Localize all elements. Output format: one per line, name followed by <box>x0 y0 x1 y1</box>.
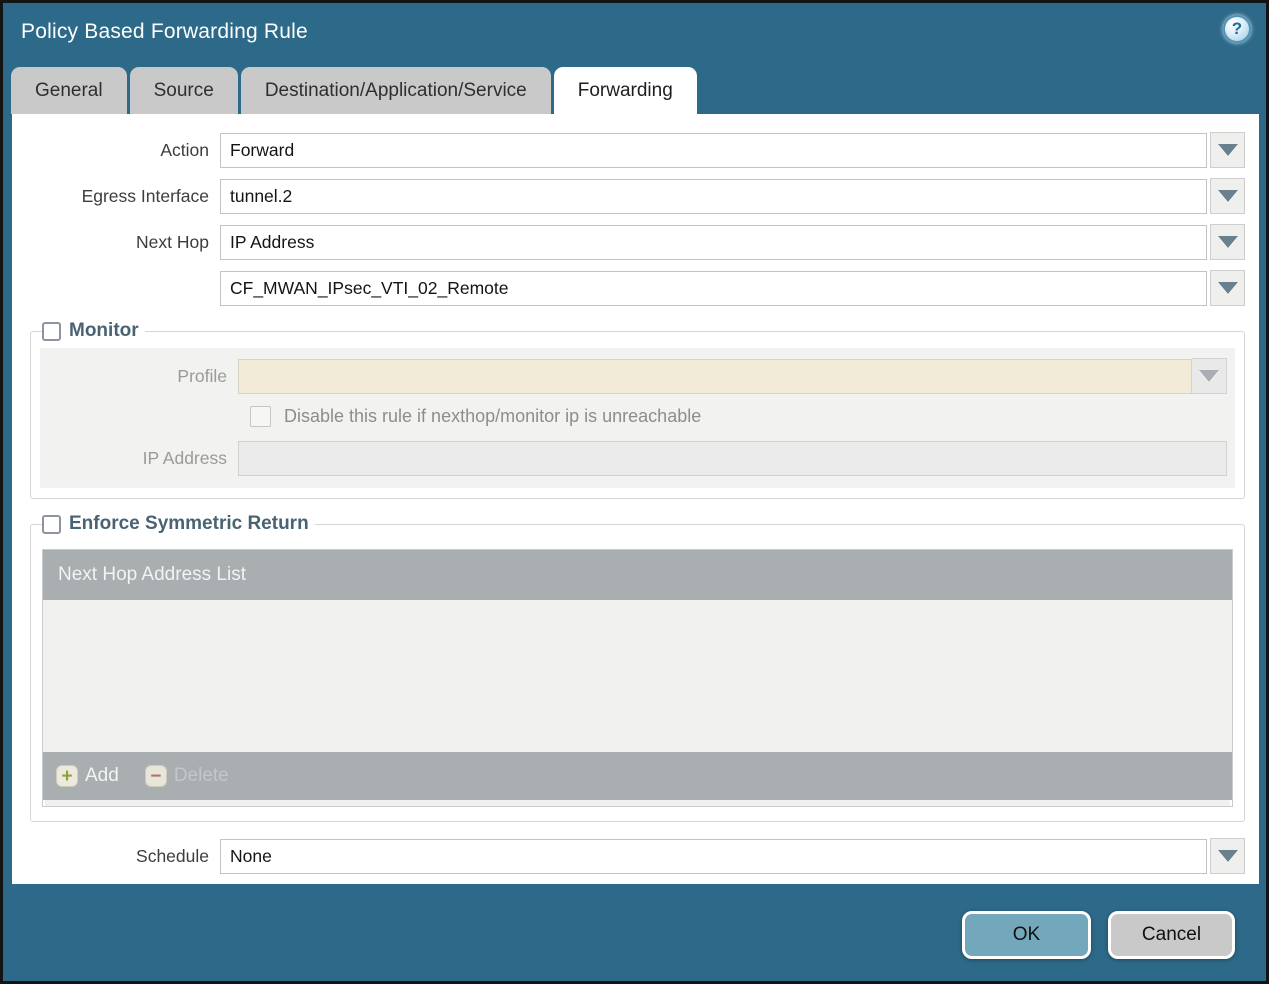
tab-destination-application-service[interactable]: Destination/Application/Service <box>240 67 551 114</box>
schedule-input[interactable] <box>220 838 1207 874</box>
add-button-label: Add <box>85 765 119 786</box>
egress-interface-input[interactable] <box>220 178 1207 214</box>
chevron-down-icon <box>1217 190 1238 202</box>
dialog-titlebar: Policy Based Forwarding Rule ? <box>3 3 1266 67</box>
chevron-down-icon <box>1217 144 1238 156</box>
ok-button-label: OK <box>1012 924 1041 945</box>
schedule-dropdown-button[interactable] <box>1210 838 1245 874</box>
monitor-ip-address-row: IP Address <box>40 441 1227 476</box>
delete-button-label: Delete <box>173 765 229 786</box>
egress-interface-row: Egress Interface <box>12 178 1245 214</box>
next-hop-address-table: Next Hop Address List + Add − Delete <box>42 549 1233 807</box>
dialog-footer: OK Cancel <box>3 884 1266 959</box>
symmetric-return-legend: Enforce Symmetric Return <box>42 513 315 535</box>
tab-forwarding-label: Forwarding <box>577 79 673 101</box>
profile-input <box>238 358 1192 394</box>
next-hop-address-table-header: Next Hop Address List <box>43 550 1232 600</box>
forwarding-tab-panel: Action Egress Interface Next Hop <box>12 114 1259 884</box>
disable-rule-label: Disable this rule if nexthop/monitor ip … <box>284 406 702 426</box>
add-plus-icon: + <box>56 765 78 787</box>
cancel-button-label: Cancel <box>1141 924 1202 945</box>
tab-forwarding[interactable]: Forwarding <box>553 67 697 114</box>
symmetric-return-legend-label: Enforce Symmetric Return <box>69 513 309 534</box>
disable-rule-row: Disable this rule if nexthop/monitor ip … <box>250 406 1227 427</box>
tab-source-label: Source <box>153 79 214 101</box>
monitor-legend: Monitor <box>42 320 145 342</box>
action-row: Action <box>12 132 1245 168</box>
cancel-button[interactable]: Cancel <box>1108 911 1235 959</box>
chevron-down-icon <box>1199 370 1219 382</box>
tab-source[interactable]: Source <box>129 67 238 114</box>
next-hop-type-dropdown-button[interactable] <box>1210 224 1245 260</box>
next-hop-label: Next Hop <box>136 231 209 252</box>
tab-general[interactable]: General <box>11 67 127 114</box>
tab-bar: General Source Destination/Application/S… <box>3 67 1266 114</box>
chevron-down-icon <box>1217 282 1238 294</box>
symmetric-return-checkbox[interactable] <box>42 514 61 534</box>
next-hop-address-table-toolbar: + Add − Delete <box>43 752 1232 800</box>
monitor-checkbox[interactable] <box>42 321 61 341</box>
action-input[interactable] <box>220 132 1207 168</box>
tab-destination-label: Destination/Application/Service <box>264 79 527 101</box>
egress-interface-dropdown-button[interactable] <box>1210 178 1245 214</box>
tab-general-label: General <box>35 79 103 101</box>
table-bottom-strip <box>45 800 1230 806</box>
help-icon[interactable]: ? <box>1223 15 1251 43</box>
monitor-body: Profile Disable this rule if nexthop/mon… <box>40 348 1235 488</box>
next-hop-address-list-header-label: Next Hop Address List <box>58 564 246 585</box>
delete-button: − Delete <box>144 765 229 787</box>
pbf-rule-dialog: Policy Based Forwarding Rule ? General S… <box>0 0 1269 984</box>
next-hop-type-input[interactable] <box>220 224 1207 260</box>
add-button[interactable]: + Add <box>56 765 119 787</box>
monitor-legend-label: Monitor <box>69 320 139 341</box>
profile-dropdown-button <box>1192 358 1227 394</box>
symmetric-return-section: Enforce Symmetric Return Next Hop Addres… <box>30 513 1245 822</box>
schedule-label: Schedule <box>136 845 209 866</box>
profile-row: Profile <box>40 358 1227 394</box>
action-dropdown-button[interactable] <box>1210 132 1245 168</box>
egress-interface-label: Egress Interface <box>81 185 209 206</box>
next-hop-address-table-body <box>43 600 1232 752</box>
help-glyph: ? <box>1231 19 1243 38</box>
next-hop-address-row <box>12 270 1245 306</box>
next-hop-row: Next Hop <box>12 224 1245 260</box>
monitor-ip-address-label: IP Address <box>142 448 227 468</box>
chevron-down-icon <box>1217 236 1238 248</box>
monitor-section: Monitor Profile Disable this rule if nex… <box>30 320 1245 499</box>
dialog-title: Policy Based Forwarding Rule <box>21 20 308 43</box>
next-hop-address-dropdown-button[interactable] <box>1210 270 1245 306</box>
profile-label: Profile <box>177 365 227 386</box>
disable-rule-checkbox <box>250 406 271 427</box>
ok-button[interactable]: OK <box>962 911 1091 959</box>
monitor-ip-address-input <box>238 441 1227 476</box>
chevron-down-icon <box>1217 850 1238 862</box>
delete-minus-icon: − <box>144 765 167 787</box>
action-label: Action <box>160 139 209 160</box>
schedule-row: Schedule <box>12 838 1245 874</box>
next-hop-address-input[interactable] <box>220 270 1207 306</box>
